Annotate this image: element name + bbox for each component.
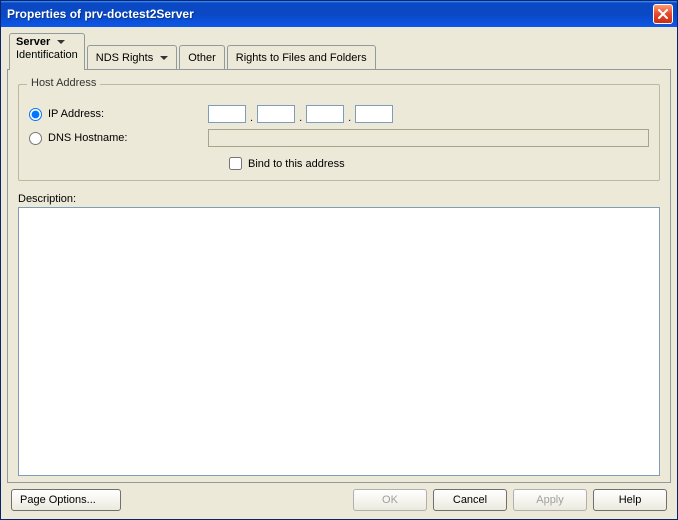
ip-octet-2[interactable] [257,105,295,123]
client-area: Server Identification NDS Rights Other R… [1,27,677,519]
apply-button[interactable]: Apply [513,489,587,511]
tab-server-sub: Identification [16,49,78,61]
host-address-group: Host Address IP Address: . . . [18,84,660,181]
tab-nds-rights[interactable]: NDS Rights [87,45,177,70]
window: Properties of prv-doctest2Server Server … [0,0,678,520]
description-label: Description: [18,193,660,205]
ip-octet-1[interactable] [208,105,246,123]
bind-address-row: Bind to this address [229,157,649,170]
ok-button[interactable]: OK [353,489,427,511]
tab-rff-label: Rights to Files and Folders [236,52,367,64]
dns-hostname-radio[interactable] [29,132,42,145]
dns-hostname-label: DNS Hostname: [48,132,208,144]
host-address-legend: Host Address [27,77,100,89]
bind-address-label: Bind to this address [248,158,345,170]
ip-dot: . [248,112,255,124]
ip-address-label: IP Address: [48,108,208,120]
ip-octet-3[interactable] [306,105,344,123]
dns-hostname-row: DNS Hostname: [29,127,649,149]
ip-dot: . [346,112,353,124]
tab-other-label: Other [188,52,216,64]
tab-rights-files-folders[interactable]: Rights to Files and Folders [227,45,376,70]
dns-hostname-input[interactable] [208,129,649,147]
bind-address-checkbox[interactable] [229,157,242,170]
page-options-button[interactable]: Page Options... [11,489,121,511]
window-title: Properties of prv-doctest2Server [7,7,653,21]
ip-octet-4[interactable] [355,105,393,123]
chevron-down-icon [57,40,65,44]
ip-address-inputs: . . . [208,105,393,123]
cancel-button[interactable]: Cancel [433,489,507,511]
titlebar: Properties of prv-doctest2Server [1,1,677,27]
close-icon [658,9,668,19]
ip-address-radio[interactable] [29,108,42,121]
ip-address-row: IP Address: . . . [29,103,649,125]
tab-server-label: Server [16,36,50,48]
tab-server[interactable]: Server Identification [9,33,85,70]
tab-page-server-identification: Host Address IP Address: . . . [7,69,671,483]
help-button[interactable]: Help [593,489,667,511]
tab-nds-label: NDS Rights [96,52,153,64]
close-button[interactable] [653,4,673,24]
tab-other[interactable]: Other [179,45,225,70]
chevron-down-icon [160,56,168,60]
tabs-row: Server Identification NDS Rights Other R… [9,33,671,69]
bottom-button-bar: Page Options... OK Cancel Apply Help [7,483,671,515]
ip-dot: . [297,112,304,124]
description-textarea[interactable] [18,207,660,476]
